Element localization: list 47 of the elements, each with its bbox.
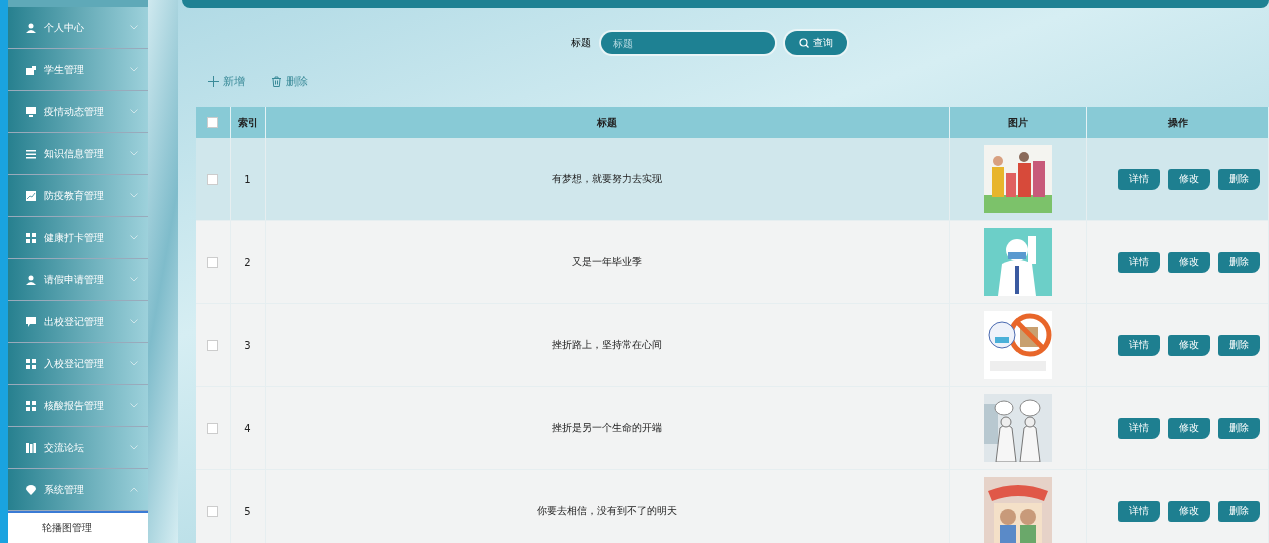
column-header: 操作 [1086, 107, 1269, 138]
details-button[interactable]: 详情 [1117, 417, 1160, 439]
table-cell: 1 [230, 138, 265, 221]
column-header: 图片 [949, 107, 1087, 138]
sidebar-item[interactable]: 学生管理 [8, 49, 148, 91]
details-button[interactable]: 详情 [1117, 334, 1160, 356]
sidebar-item[interactable]: 核酸报告管理 [8, 385, 148, 427]
submenu-item[interactable]: 轮播图管理 [8, 511, 148, 543]
edit-button[interactable]: 修改 [1167, 417, 1210, 439]
details-button[interactable]: 详情 [1117, 251, 1160, 273]
edit-button[interactable]: 修改 [1167, 251, 1210, 273]
table-cell: 挫折路上，坚持常在心间 [265, 303, 950, 387]
delete-button[interactable]: 删除 [271, 74, 308, 89]
sidebar-item[interactable]: 防疫教育管理 [8, 175, 148, 217]
add-button[interactable]: 新增 [208, 74, 245, 89]
table-cell: 2 [230, 220, 265, 304]
edit-button[interactable]: 修改 [1167, 334, 1210, 356]
details-button[interactable]: 详情 [1117, 500, 1160, 522]
sidebar-item[interactable]: 出校登记管理 [8, 301, 148, 343]
sidebar-item[interactable]: 健康打卡管理 [8, 217, 148, 259]
table-cell: 5 [230, 469, 265, 543]
table-cell: 4 [230, 386, 265, 470]
delete-button[interactable]: 删除 [1217, 168, 1260, 190]
column-header: 标题 [265, 107, 950, 138]
delete-button[interactable]: 删除 [1217, 417, 1260, 439]
sidebar-item[interactable]: 交流论坛 [8, 427, 148, 469]
sidebar-item[interactable]: 系统管理 [8, 469, 148, 511]
sidebar-item[interactable]: 入校登记管理 [8, 343, 148, 385]
table-cell: 3 [230, 303, 265, 387]
delete-button[interactable]: 删除 [1217, 334, 1260, 356]
details-button[interactable]: 详情 [1117, 168, 1160, 190]
sidebar-item[interactable]: 请假申请管理 [8, 259, 148, 301]
table-cell: 你要去相信，没有到不了的明天 [265, 469, 950, 543]
table-cell: 有梦想，就要努力去实现 [265, 138, 950, 221]
sidebar-item[interactable]: 知识信息管理 [8, 133, 148, 175]
delete-button[interactable]: 删除 [1217, 251, 1260, 273]
table-cell: 又是一年毕业季 [265, 220, 950, 304]
column-header: 索引 [230, 107, 265, 138]
edit-button[interactable]: 修改 [1167, 168, 1210, 190]
query-button[interactable]: 查询 [784, 31, 847, 55]
search-field[interactable]: 标题 [600, 32, 775, 54]
sidebar-item[interactable]: 个人中心 [8, 7, 148, 49]
search-label: 标题 [570, 36, 591, 50]
edit-button[interactable]: 修改 [1167, 500, 1210, 522]
delete-button[interactable]: 删除 [1217, 500, 1260, 522]
sidebar-item[interactable]: 疫情动态管理 [8, 91, 148, 133]
table-cell: 挫折是另一个生命的开端 [265, 386, 950, 470]
